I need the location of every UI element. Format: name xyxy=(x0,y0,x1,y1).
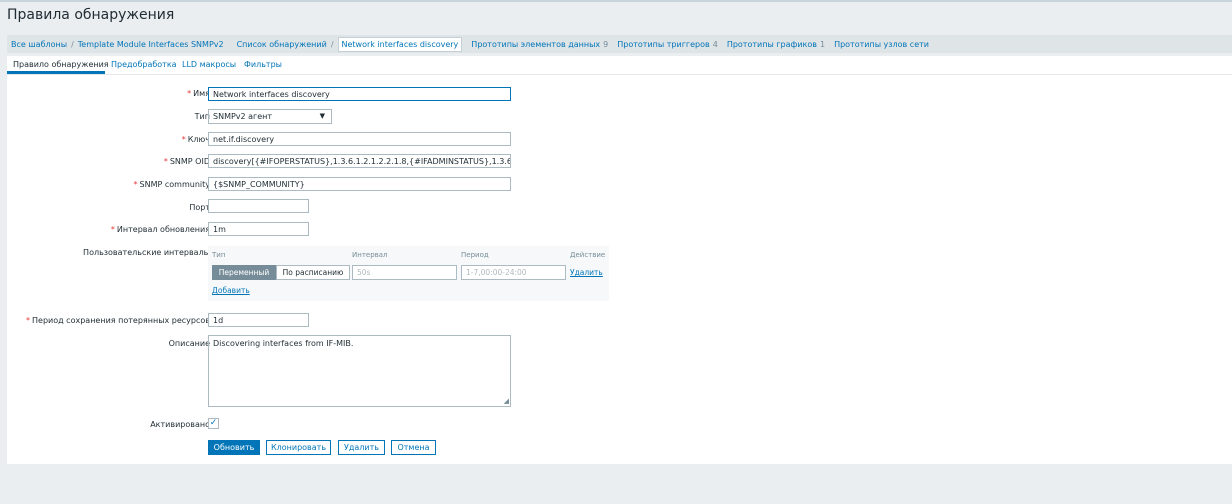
active-tab-indicator xyxy=(7,71,105,74)
breadcrumb-separator: / xyxy=(71,39,74,49)
nav-item-count: 9 xyxy=(603,39,609,49)
clone-button[interactable]: Клонировать xyxy=(266,440,331,455)
nav-item-count: 4 xyxy=(712,39,718,49)
column-header-interval: Интервал xyxy=(352,251,388,259)
breadcrumb-current[interactable]: Network interfaces discovery xyxy=(337,36,463,52)
enabled-label: Активировано xyxy=(150,420,210,429)
nav-item-count: 1 xyxy=(819,39,826,49)
tab-filters[interactable]: Фильтры xyxy=(244,60,282,69)
top-border xyxy=(0,0,1232,2)
update-interval-input[interactable]: 1m xyxy=(208,222,309,236)
name-label: * Имя xyxy=(187,89,210,98)
nav-item-label: Прототипы графиков xyxy=(726,39,817,49)
tab-discovery-rule[interactable]: Правило обнаружения xyxy=(13,60,109,69)
lost-resources-input[interactable]: 1d xyxy=(208,313,309,327)
custom-interval-input[interactable]: 50s xyxy=(352,265,457,280)
resize-grip-icon[interactable]: ◢ xyxy=(504,397,509,405)
breadcrumb-separator: / xyxy=(330,39,334,49)
interval-type-flexible-button[interactable]: Переменный xyxy=(212,265,276,280)
tab-lld-macros[interactable]: LLD макросы xyxy=(182,60,236,69)
dropdown-arrow-icon: ▼ xyxy=(319,112,325,120)
check-icon: ✓ xyxy=(209,418,218,428)
nav-host-prototypes[interactable]: Прототипы узлов сети xyxy=(834,40,929,49)
update-button[interactable]: Обновить xyxy=(208,440,260,455)
breadcrumb-template[interactable]: Template Module Interfaces SNMPv2 xyxy=(78,40,224,49)
nav-item-label: Прототипы элементов данных xyxy=(471,39,601,49)
remove-interval-link[interactable]: Удалить xyxy=(570,268,603,277)
description-textarea[interactable]: Discovering interfaces from IF-MIB. ◢ xyxy=(208,335,511,407)
page-title: Правила обнаружения xyxy=(7,7,175,23)
description-text: Discovering interfaces from IF-MIB. xyxy=(213,339,354,348)
snmp-oid-label: * SNMP OID xyxy=(163,157,210,166)
port-label: Порт xyxy=(189,203,210,212)
key-label: * Ключ xyxy=(181,135,210,144)
cancel-button[interactable]: Отмена xyxy=(391,440,436,455)
custom-intervals-table: Тип Интервал Период Действие Переменный … xyxy=(208,246,609,301)
form-card: Правило обнаружения Предобработка LLD ма… xyxy=(7,56,1232,464)
update-interval-label: * Интервал обновления xyxy=(110,225,210,234)
key-input[interactable]: net.if.discovery xyxy=(208,132,511,146)
delete-button[interactable]: Удалить xyxy=(338,440,385,455)
column-header-period: Период xyxy=(461,251,489,259)
tab-bar: Правило обнаружения Предобработка LLD ма… xyxy=(7,56,1232,75)
enabled-checkbox[interactable]: ✓ xyxy=(208,418,219,429)
interval-type-scheduling-button[interactable]: По расписанию xyxy=(276,265,350,280)
lost-resources-label: * Период сохранения потерянных ресурсов xyxy=(26,316,210,325)
column-header-action: Действие xyxy=(570,251,606,259)
custom-intervals-label: Пользовательские интервалы xyxy=(83,248,210,257)
port-input[interactable] xyxy=(208,199,309,213)
breadcrumb-nav: Все шаблоны / Template Module Interfaces… xyxy=(7,35,1232,53)
nav-trigger-prototypes[interactable]: Прототипы триггеров 4 xyxy=(617,40,718,49)
nav-item-label: Прототипы триггеров xyxy=(617,39,710,49)
name-input[interactable]: Network interfaces discovery xyxy=(208,87,511,101)
breadcrumb-discovery-list[interactable]: Список обнаружений xyxy=(237,40,327,49)
type-select[interactable]: SNMPv2 агент ▼ xyxy=(208,109,332,124)
tab-preprocessing[interactable]: Предобработка xyxy=(111,60,177,69)
snmp-community-input[interactable]: {$SNMP_COMMUNITY} xyxy=(208,177,511,191)
add-interval-link[interactable]: Добавить xyxy=(212,286,250,295)
column-header-type: Тип xyxy=(212,251,226,259)
nav-graph-prototypes[interactable]: Прототипы графиков 1 xyxy=(727,40,825,49)
snmp-oid-input[interactable]: discovery[{#IFOPERSTATUS},1.3.6.1.2.1.2.… xyxy=(208,154,511,168)
nav-item-label: Прототипы узлов сети xyxy=(834,39,929,49)
nav-item-prototypes[interactable]: Прототипы элементов данных 9 xyxy=(471,40,608,49)
type-select-value: SNMPv2 агент xyxy=(213,112,273,121)
breadcrumb-all-templates[interactable]: Все шаблоны xyxy=(11,40,67,49)
snmp-community-label: * SNMP community xyxy=(133,180,210,189)
custom-period-input[interactable]: 1-7,00:00-24:00 xyxy=(461,265,566,280)
description-label: Описание xyxy=(168,339,210,348)
